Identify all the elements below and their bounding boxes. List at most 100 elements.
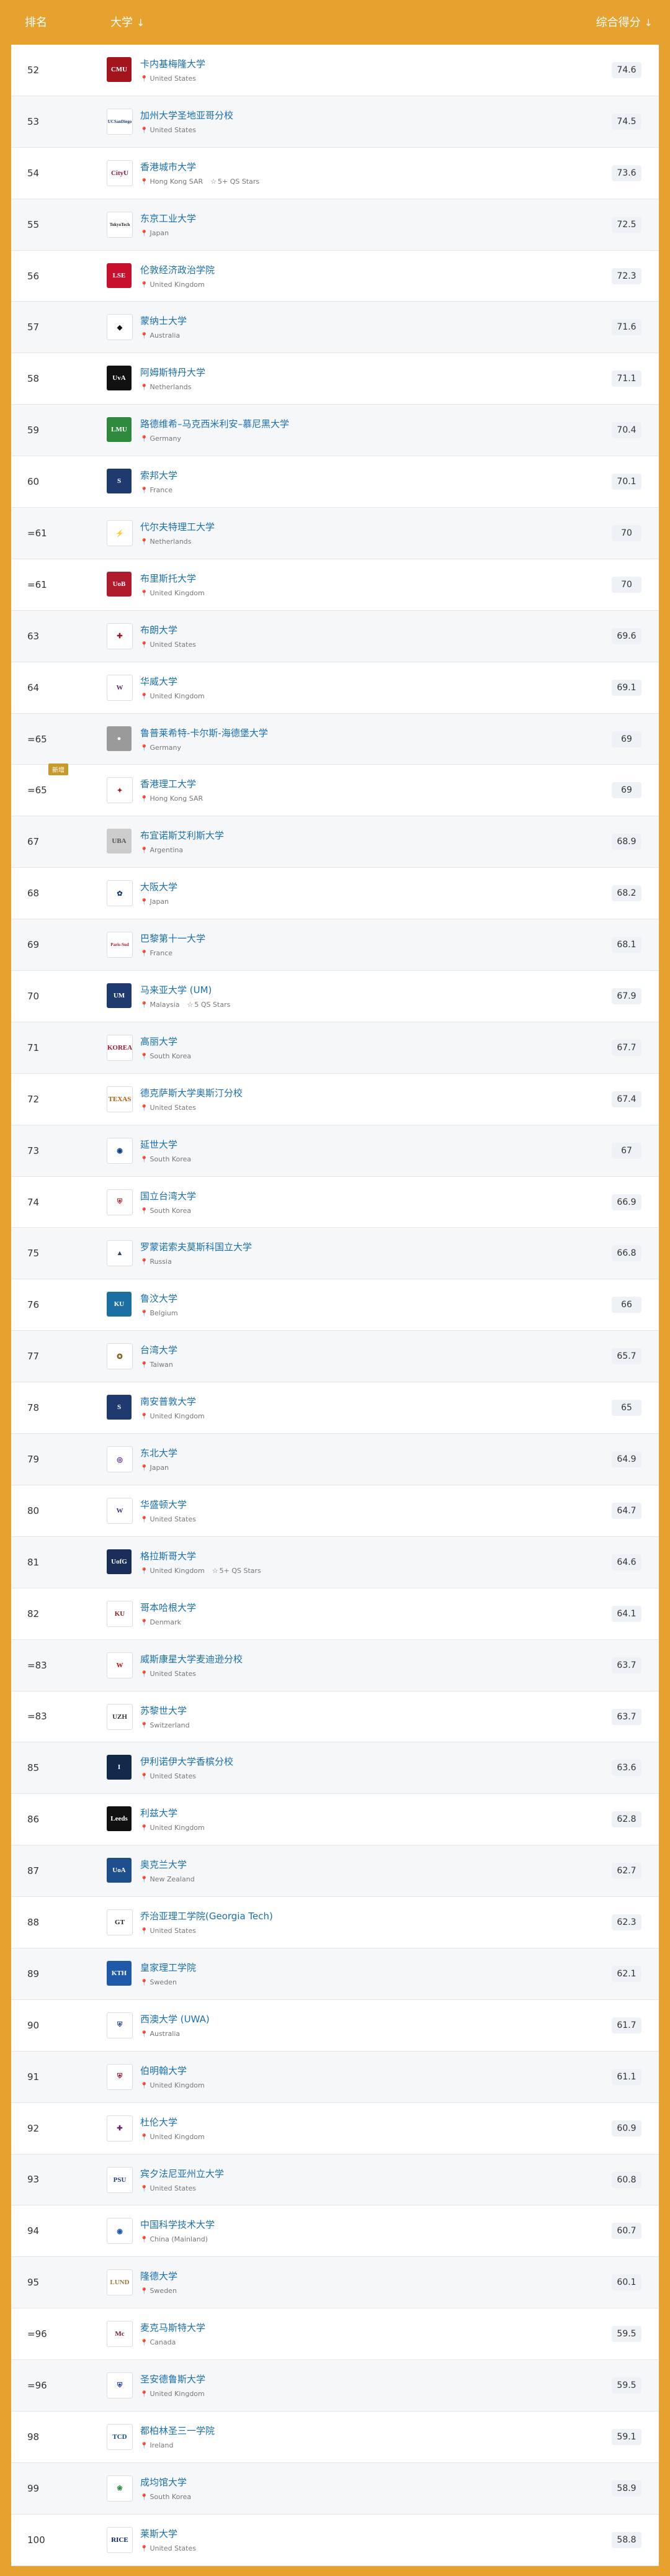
university-name-link[interactable]: 鲁汶大学 [140, 1292, 537, 1305]
university-logo[interactable]: Leeds [107, 1806, 132, 1832]
university-name-link[interactable]: 鲁普莱希特-卡尔斯-海德堡大学 [140, 726, 537, 739]
university-logo[interactable]: W [107, 674, 133, 701]
university-logo[interactable]: ⛨ [107, 1189, 133, 1215]
table-row[interactable]: =65 新增 ✦ 香港理工大学 📍 Hong Kong SAR 69 [11, 763, 659, 817]
university-logo[interactable]: S [107, 469, 132, 494]
table-row[interactable]: 94 ◉ 中国科学技术大学 📍 China (Mainland) 60.7 [11, 2205, 659, 2258]
university-name-link[interactable]: 巴黎第十一大学 [140, 932, 537, 945]
table-row[interactable]: 57 ◆ 蒙纳士大学 📍 Australia 71.6 [11, 302, 659, 354]
table-row[interactable]: 68 ✿ 大阪大学 📍 Japan 68.2 [11, 868, 659, 920]
university-logo[interactable]: ✦ [107, 777, 133, 804]
university-logo[interactable]: ⛨ [107, 2063, 133, 2090]
university-logo[interactable]: ◎ [107, 1446, 133, 1473]
table-row[interactable]: 100 RICE 莱斯大学 📍 United States 58.8 [11, 2515, 659, 2566]
university-name-link[interactable]: 东北大学 [140, 1446, 537, 1459]
university-name-link[interactable]: 成均馆大学 [140, 2475, 537, 2488]
table-row[interactable]: 79 ◎ 东北大学 📍 Japan 64.9 [11, 1434, 659, 1485]
university-name-link[interactable]: 苏黎世大学 [140, 1704, 537, 1717]
university-name-link[interactable]: 莱斯大学 [140, 2527, 537, 2540]
table-row[interactable]: 70 UM 马来亚大学 (UM) 📍 Malaysia ☆ 5 QS Stars 67.9 [11, 971, 659, 1022]
sort-down-arrow-icon[interactable]: ↓ [645, 17, 653, 29]
university-logo[interactable]: LMU [107, 417, 132, 443]
university-logo[interactable]: UBA [107, 829, 132, 854]
university-logo[interactable]: TEXAS [107, 1086, 133, 1112]
table-row[interactable]: =83 W 威斯康星大学麦迪逊分校 📍 United States 63.7 [11, 1639, 659, 1691]
university-name-link[interactable]: 杜伦大学 [140, 2115, 537, 2128]
university-name-link[interactable]: 阿姆斯特丹大学 [140, 366, 537, 379]
university-name-link[interactable]: 卡内基梅隆大学 [140, 57, 537, 70]
university-name-link[interactable]: 香港城市大学 [140, 160, 537, 173]
university-logo[interactable]: Paris-Sud [107, 932, 133, 958]
university-logo[interactable]: ⚡ [107, 520, 133, 547]
table-row[interactable]: 73 ◉ 延世大学 📍 South Korea 67 [11, 1125, 659, 1177]
university-name-link[interactable]: 香港理工大学 [140, 777, 537, 790]
rank-column-header[interactable]: 排名 [25, 14, 47, 30]
university-logo[interactable]: UoB [107, 571, 132, 597]
table-row[interactable]: 58 UvA 阿姆斯特丹大学 📍 Netherlands 71.1 [11, 353, 659, 405]
university-name-link[interactable]: 罗蒙诺索夫莫斯科国立大学 [140, 1240, 537, 1253]
university-logo[interactable]: LUND [107, 2269, 133, 2296]
university-name-link[interactable]: 路德维希–马克西米利安–慕尼黑大学 [140, 417, 537, 430]
university-name-link[interactable]: 奥克兰大学 [140, 1858, 537, 1871]
university-name-link[interactable]: 西澳大学 (UWA) [140, 2012, 537, 2025]
table-row[interactable]: 75 ▲ 罗蒙诺索夫莫斯科国立大学 📍 Russia 66.8 [11, 1228, 659, 1280]
university-logo[interactable]: I [107, 1755, 132, 1780]
table-row[interactable]: 53 UCSanDiego 加州大学圣地亚哥分校 📍 United States 74.5 [11, 96, 659, 148]
qs-stars-badge[interactable]: ☆ 5 QS Stars [187, 1001, 231, 1009]
table-row[interactable]: 78 S 南安普敦大学 📍 United Kingdom 65 [11, 1382, 659, 1434]
university-logo[interactable]: UZH [107, 1703, 133, 1730]
university-name-link[interactable]: 哥本哈根大学 [140, 1601, 537, 1614]
table-row[interactable]: 59 LMU 路德维希–马克西米利安–慕尼黑大学 📍 Germany 70.4 [11, 405, 659, 457]
table-row[interactable]: 80 W 华盛顿大学 📍 United States 64.7 [11, 1485, 659, 1537]
university-logo[interactable]: W [107, 1497, 133, 1524]
university-name-link[interactable]: 代尔夫特理工大学 [140, 520, 537, 533]
university-logo[interactable]: Mc [107, 2321, 133, 2348]
table-row[interactable]: 92 ✚ 杜伦大学 📍 United Kingdom 60.9 [11, 2103, 659, 2155]
university-logo[interactable]: UM [107, 983, 132, 1009]
university-name-link[interactable]: 索邦大学 [140, 469, 537, 482]
university-name-link[interactable]: 圣安德鲁斯大学 [140, 2372, 537, 2385]
table-row[interactable]: =83 UZH 苏黎世大学 📍 Switzerland 63.7 [11, 1691, 659, 1743]
table-row[interactable]: 95 LUND 隆德大学 📍 Sweden 60.1 [11, 2257, 659, 2309]
university-logo[interactable]: UoA [107, 1858, 132, 1883]
university-logo[interactable]: TokyoTech [107, 211, 133, 238]
university-name-link[interactable]: 利兹大学 [140, 1806, 537, 1819]
university-name-link[interactable]: 隆德大学 [140, 2269, 537, 2282]
qs-stars-badge[interactable]: ☆ 5+ QS Stars [212, 1567, 261, 1575]
university-logo[interactable]: ⛨ [107, 2372, 133, 2399]
table-row[interactable]: =61 ⚡ 代尔夫特理工大学 📍 Netherlands 70 [11, 508, 659, 559]
table-row[interactable]: 55 TokyoTech 东京工业大学 📍 Japan 72.5 [11, 199, 659, 251]
table-row[interactable]: 52 CMU 卡内基梅隆大学 📍 United States 74.6 [11, 45, 659, 96]
university-name-link[interactable]: 东京工业大学 [140, 212, 537, 225]
table-row[interactable]: 74 ⛨ 国立台湾大学 📍 South Korea 66.9 [11, 1177, 659, 1228]
university-logo[interactable]: ▲ [107, 1240, 133, 1267]
university-name-link[interactable]: 华盛顿大学 [140, 1498, 537, 1511]
university-name-link[interactable]: 蒙纳士大学 [140, 314, 537, 327]
table-row[interactable]: 90 ⛨ 西澳大学 (UWA) 📍 Australia 61.7 [11, 2000, 659, 2051]
university-name-link[interactable]: 伦敦经济政治学院 [140, 263, 537, 276]
table-row[interactable]: 99 ❀ 成均馆大学 📍 South Korea 58.9 [11, 2462, 659, 2515]
table-row[interactable]: 82 KU 哥本哈根大学 📍 Denmark 64.1 [11, 1588, 659, 1640]
university-logo[interactable]: CMU [107, 57, 132, 82]
table-row[interactable]: 60 S 索邦大学 📍 France 70.1 [11, 456, 659, 508]
university-name-link[interactable]: 布宜诺斯艾利斯大学 [140, 829, 537, 842]
table-row[interactable]: 81 UofG 格拉斯哥大学 📍 United Kingdom ☆ 5+ QS Stars 6… [11, 1536, 659, 1588]
table-row[interactable]: 85 I 伊利诺伊大学香槟分校 📍 United States 63.6 [11, 1742, 659, 1795]
university-name-link[interactable]: 都柏林圣三一学院 [140, 2424, 537, 2437]
university-name-link[interactable]: 格拉斯哥大学 [140, 1549, 537, 1562]
university-logo[interactable]: ✚ [107, 2115, 133, 2141]
table-row[interactable]: 87 UoA 奥克兰大学 📍 New Zealand 62.7 [11, 1845, 659, 1898]
university-logo[interactable]: ● [107, 726, 132, 751]
university-logo[interactable]: ❀ [107, 2475, 133, 2502]
university-name-link[interactable]: 国立台湾大学 [140, 1189, 537, 1202]
university-name-link[interactable]: 南安普敦大学 [140, 1395, 537, 1408]
university-logo[interactable]: ✪ [107, 1343, 133, 1370]
university-name-link[interactable]: 大阪大学 [140, 880, 537, 893]
university-name-link[interactable]: 乔治亚理工学院(Georgia Tech) [140, 1909, 537, 1922]
university-logo[interactable]: KU [107, 1600, 133, 1627]
university-logo[interactable]: KOREA [107, 1034, 133, 1061]
university-logo[interactable]: LSE [107, 263, 132, 288]
university-logo[interactable]: UvA [107, 366, 132, 391]
university-logo[interactable]: RICE [107, 2526, 133, 2553]
university-logo[interactable]: ◆ [107, 314, 133, 341]
